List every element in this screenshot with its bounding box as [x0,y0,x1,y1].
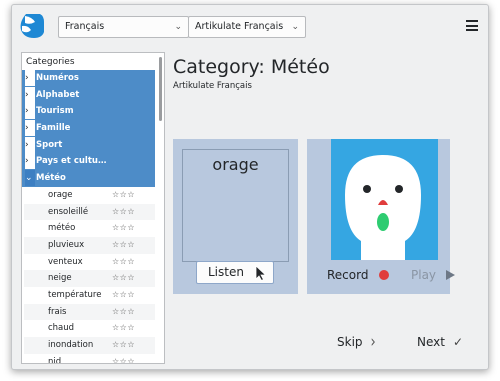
category-item-tourism[interactable]: › Tourism [22,103,155,121]
phrase-item[interactable]: venteux ☆☆☆ [24,254,155,271]
checkmark-icon: ✓ [452,335,464,349]
category-label: Météo [36,173,66,184]
phrase-card: orage Listen [173,139,298,294]
record-icon[interactable] [379,270,389,280]
star-icon: ☆☆☆ [112,256,136,266]
phrase-label: nid [48,356,62,364]
face-illustration [345,155,421,260]
phrase-item[interactable]: pluvieux ☆☆☆ [24,236,155,254]
category-title: Category: Météo [173,56,330,78]
chevron-down-icon: ⌄ [174,22,182,32]
star-icon: ☆☆☆ [112,273,136,283]
phrase-item[interactable]: neige ☆☆☆ [24,270,155,287]
star-icon: ☆☆☆ [112,323,136,333]
expand-arrow-icon[interactable]: › [25,153,35,170]
category-item-pays-et-culture[interactable]: › Pays et cultu… [22,153,155,171]
category-label: Alphabet [36,89,80,100]
category-label: Famille [36,123,71,134]
main-window: Français ⌄ Artikulate Français ⌄ Categor… [11,4,489,370]
phrase-item[interactable]: météo ☆☆☆ [24,220,155,237]
course-select-value: Artikulate Français [195,21,284,32]
record-card: Record Play [307,139,455,294]
course-subtitle: Artikulate Français [173,81,252,91]
listen-button-label: Listen [208,265,244,279]
category-item-meteo[interactable]: ⌄ Météo [22,170,155,187]
chevron-right-icon: › [370,332,376,353]
expand-arrow-icon[interactable]: › [25,120,35,137]
phrase-label: pluvieux [48,239,85,250]
phrase-item[interactable]: température ☆☆☆ [24,287,155,304]
category-item-numeros[interactable]: › Numéros [22,70,155,87]
category-label: Numéros [36,73,79,83]
expand-arrow-icon[interactable]: › [25,103,35,120]
star-icon: ☆☆☆ [112,306,136,316]
phrase-label: inondation [48,340,94,350]
next-button[interactable]: Next ✓ [417,335,463,349]
next-button-label: Next [417,335,445,349]
star-icon: ☆☆☆ [112,206,136,216]
category-label: Tourism [36,106,74,117]
sidebar-scrollbar[interactable] [159,57,162,121]
phrase-label: venteux [48,256,83,267]
star-icon: ☆☆☆ [112,356,136,364]
record-button[interactable]: Record [327,268,368,282]
language-select-value: Français [65,21,105,32]
chevron-down-icon: ⌄ [291,22,299,32]
phrase-label: température [48,289,102,300]
phrase-item[interactable]: frais ☆☆☆ [24,303,155,321]
phrase-item[interactable]: chaud ☆☆☆ [24,320,155,337]
play-button[interactable]: Play [411,268,436,282]
expand-arrow-icon[interactable]: › [25,136,35,153]
sidebar-header: Categories [26,57,75,67]
star-icon: ☆☆☆ [112,289,136,299]
expand-arrow-icon[interactable]: › [25,86,35,103]
phrase-label: météo [48,223,76,234]
category-item-sport[interactable]: › Sport [22,136,155,154]
star-icon: ☆☆☆ [112,223,136,233]
phrase-item[interactable]: nid ☆☆☆ [24,354,155,364]
phrase-item[interactable]: ensoleillé ☆☆☆ [24,203,155,221]
phrase-label: chaud [48,323,75,334]
phrase-item[interactable]: inondation ☆☆☆ [24,337,155,354]
phrase-label: orage [48,189,73,200]
toolbar: Français ⌄ Artikulate Français ⌄ [12,5,488,47]
expand-arrow-icon[interactable]: › [25,70,35,86]
phrase-label: frais [48,306,67,317]
listen-button[interactable]: Listen [196,261,274,284]
skip-button[interactable]: Skip › [337,332,376,353]
phrase-word: orage [182,149,289,262]
language-select[interactable]: Français ⌄ [58,16,189,38]
star-icon: ☆☆☆ [112,239,136,249]
phrase-item[interactable]: orage ☆☆☆ [24,187,155,204]
app-logo-icon [20,14,44,38]
course-select[interactable]: Artikulate Français ⌄ [188,16,306,38]
phrase-label: ensoleillé [48,206,89,217]
phrase-label: neige [48,273,72,284]
collapse-arrow-icon[interactable]: ⌄ [25,170,35,187]
cursor-icon [255,265,267,281]
skip-button-label: Skip [337,335,363,349]
category-label: Sport [36,139,63,150]
category-label: Pays et cultu… [36,156,107,167]
star-icon: ☆☆☆ [112,189,136,199]
category-item-famille[interactable]: › Famille [22,120,155,137]
hamburger-menu-icon[interactable] [466,20,478,31]
category-item-alphabet[interactable]: › Alphabet [22,86,155,104]
play-icon[interactable] [446,270,455,280]
star-icon: ☆☆☆ [112,340,136,349]
category-sidebar: Categories › Numéros › Alphabet › Touris… [21,52,165,364]
